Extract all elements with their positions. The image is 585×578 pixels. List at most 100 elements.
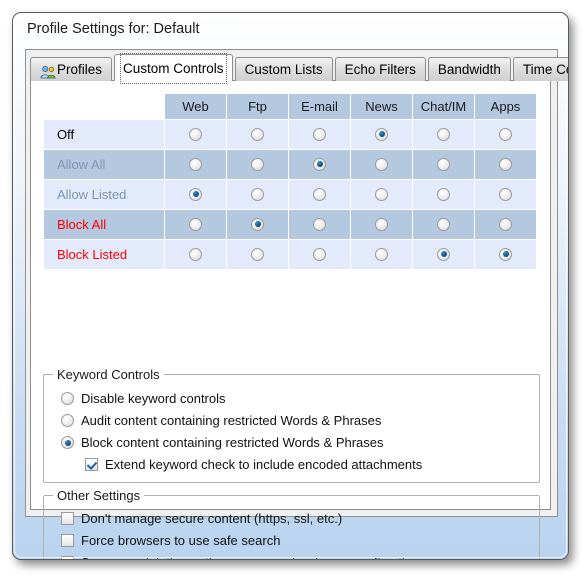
radio-off-apps[interactable] [499, 127, 512, 141]
matrix-column-header: Apps [474, 93, 537, 120]
tab-label: Time Controls [522, 61, 568, 77]
dialog-title: Profile Settings for: Default [27, 21, 200, 37]
tab-echo-filters[interactable]: Echo Filters [334, 57, 426, 81]
other-setting-1[interactable]: Force browsers to use safe search [61, 533, 280, 548]
matrix-radio-cell[interactable] [164, 239, 227, 270]
radio-allow-all-apps[interactable] [499, 157, 512, 171]
matrix-radio-cell[interactable] [164, 119, 227, 150]
radio-block-listed-e-mail[interactable] [313, 247, 326, 261]
matrix-column-header: Chat/IM [412, 93, 475, 120]
checkbox-icon[interactable] [61, 512, 74, 525]
radio-allow-all-ftp[interactable] [251, 157, 264, 171]
matrix-radio-cell[interactable] [288, 149, 351, 180]
option-label: Force browsers to use safe search [81, 533, 281, 548]
radio-off-web[interactable] [189, 127, 202, 141]
matrix-radio-cell[interactable] [350, 119, 413, 150]
matrix-radio-cell[interactable] [350, 179, 413, 210]
radio-allow-listed-e-mail[interactable] [313, 187, 326, 201]
matrix-radio-cell[interactable] [412, 149, 475, 180]
radio-block-all-news[interactable] [375, 217, 388, 231]
radio-block-all-chat-im[interactable] [437, 217, 450, 231]
radio-block-all-apps[interactable] [499, 217, 512, 231]
radio-allow-all-e-mail[interactable] [313, 157, 326, 171]
matrix-radio-cell[interactable] [350, 209, 413, 240]
checkbox-icon[interactable] [61, 534, 74, 547]
matrix-radio-cell[interactable] [412, 119, 475, 150]
matrix-radio-cell[interactable] [288, 209, 351, 240]
checkbox-icon[interactable] [85, 458, 98, 471]
radio-allow-listed-ftp[interactable] [251, 187, 264, 201]
matrix-row-label: Block Listed [43, 239, 165, 270]
radio-block-listed-chat-im[interactable] [437, 247, 450, 261]
tab-label: Custom Lists [244, 61, 323, 77]
radio-off-e-mail[interactable] [313, 127, 326, 141]
keyword-controls-legend: Keyword Controls [53, 367, 164, 382]
matrix-radio-cell[interactable] [164, 209, 227, 240]
matrix-row-label: Off [43, 119, 165, 150]
radio-block-listed-apps[interactable] [499, 247, 512, 261]
radio-allow-all-web[interactable] [189, 157, 202, 171]
matrix-radio-cell[interactable] [288, 179, 351, 210]
matrix-corner-cell [43, 93, 165, 120]
tab-profiles[interactable]: Profiles [30, 57, 113, 81]
matrix-radio-cell[interactable] [412, 209, 475, 240]
radio-allow-all-news[interactable] [375, 157, 388, 171]
keyword-option-0[interactable]: Disable keyword controls [61, 391, 226, 406]
radio-icon[interactable] [61, 414, 74, 427]
radio-block-listed-news[interactable] [375, 247, 388, 261]
option-label: Extend keyword check to include encoded … [105, 457, 423, 472]
matrix-radio-cell[interactable] [474, 119, 537, 150]
radio-block-listed-web[interactable] [189, 247, 202, 261]
radio-allow-all-chat-im[interactable] [437, 157, 450, 171]
matrix-radio-cell[interactable] [350, 239, 413, 270]
other-setting-0[interactable]: Don't manage secure content (https, ssl,… [61, 511, 342, 526]
dialog-body: Profiles Custom Controls Custom Lists Echo … [25, 49, 568, 559]
option-label: Audit content containing restricted Word… [81, 413, 382, 428]
matrix-radio-cell[interactable] [164, 149, 227, 180]
matrix-row: Block All [43, 209, 537, 240]
radio-off-news[interactable] [375, 127, 388, 141]
custom-controls-matrix: Web Ftp E-mail News Chat/IM Apps Off Allow All… [43, 93, 537, 270]
matrix-radio-cell[interactable] [474, 209, 537, 240]
matrix-radio-cell[interactable] [288, 119, 351, 150]
matrix-radio-cell[interactable] [474, 149, 537, 180]
tab-bandwidth[interactable]: Bandwidth [427, 57, 511, 81]
matrix-radio-cell[interactable] [474, 239, 537, 270]
tab-custom-lists[interactable]: Custom Lists [234, 57, 333, 81]
radio-allow-listed-apps[interactable] [499, 187, 512, 201]
matrix-row-label: Allow All [43, 149, 165, 180]
tab-time-controls[interactable]: Time Controls [512, 57, 568, 81]
radio-allow-listed-chat-im[interactable] [437, 187, 450, 201]
matrix-column-header: E-mail [288, 93, 351, 120]
radio-block-all-ftp[interactable] [251, 217, 264, 231]
option-label: Block content containing restricted Word… [81, 435, 384, 450]
matrix-radio-cell[interactable] [288, 239, 351, 270]
matrix-radio-cell[interactable] [412, 239, 475, 270]
tab-strip: Profiles Custom Controls Custom Lists Echo … [30, 52, 568, 84]
radio-block-all-web[interactable] [189, 217, 202, 231]
matrix-radio-cell[interactable] [474, 179, 537, 210]
extend-keyword-check[interactable]: Extend keyword check to include encoded … [85, 457, 422, 472]
keyword-option-2[interactable]: Block content containing restricted Word… [61, 435, 384, 450]
matrix-radio-cell[interactable] [226, 179, 289, 210]
matrix-radio-cell[interactable] [412, 179, 475, 210]
matrix-column-header: Ftp [226, 93, 289, 120]
radio-block-listed-ftp[interactable] [251, 247, 264, 261]
keyword-option-1[interactable]: Audit content containing restricted Word… [61, 413, 381, 428]
matrix-row: Block Listed [43, 239, 537, 270]
radio-icon[interactable] [61, 436, 74, 449]
radio-off-ftp[interactable] [251, 127, 264, 141]
radio-icon[interactable] [61, 392, 74, 405]
matrix-radio-cell[interactable] [350, 149, 413, 180]
matrix-radio-cell[interactable] [164, 179, 227, 210]
radio-allow-listed-web[interactable] [189, 187, 202, 201]
matrix-radio-cell[interactable] [226, 149, 289, 180]
matrix-row: Allow Listed [43, 179, 537, 210]
radio-allow-listed-news[interactable] [375, 187, 388, 201]
radio-block-all-e-mail[interactable] [313, 217, 326, 231]
matrix-radio-cell[interactable] [226, 209, 289, 240]
tab-custom-controls[interactable]: Custom Controls [114, 52, 233, 84]
radio-off-chat-im[interactable] [437, 127, 450, 141]
matrix-radio-cell[interactable] [226, 119, 289, 150]
matrix-radio-cell[interactable] [226, 239, 289, 270]
